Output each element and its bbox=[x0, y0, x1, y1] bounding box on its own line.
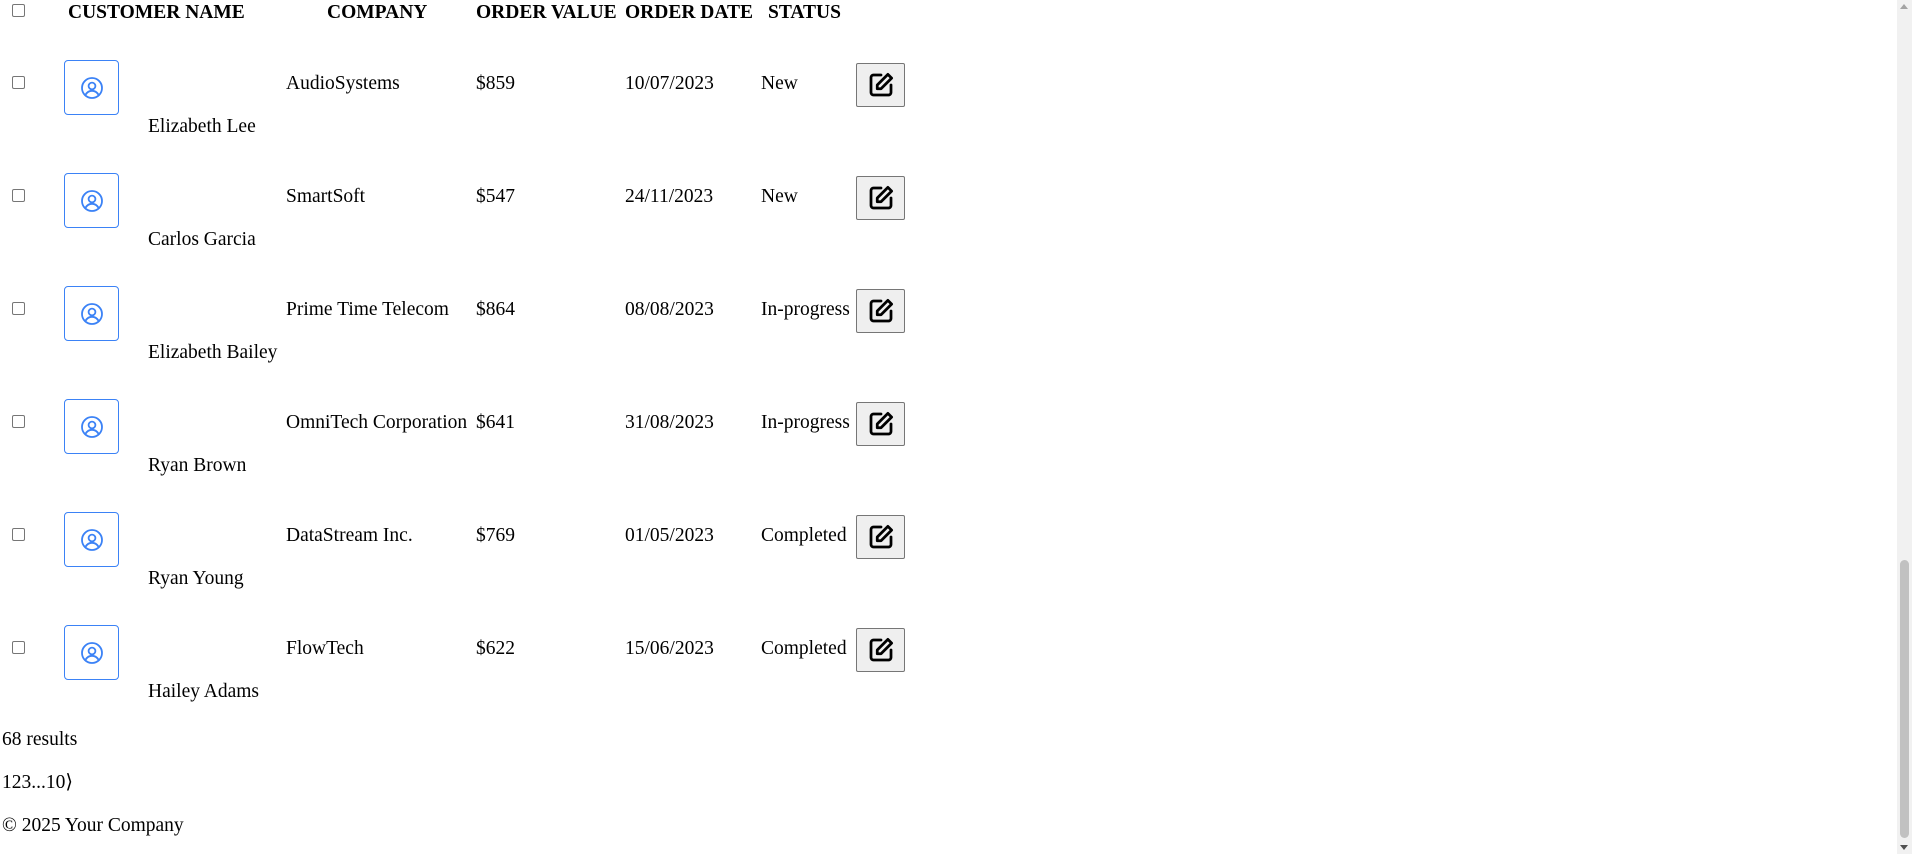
user-circle-icon bbox=[80, 641, 104, 665]
edit-button[interactable] bbox=[856, 628, 905, 672]
pagination[interactable]: 123...10⟩ bbox=[2, 772, 73, 794]
customer-name-cell: Ryan Young bbox=[148, 568, 244, 589]
customer-name-cell: Hailey Adams bbox=[148, 681, 260, 702]
avatar[interactable] bbox=[64, 399, 119, 454]
status-cell: New bbox=[761, 73, 798, 94]
header-customer-name[interactable]: CUSTOMER NAME bbox=[68, 2, 245, 24]
edit-button[interactable] bbox=[856, 63, 905, 107]
order-value-cell: $641 bbox=[476, 412, 515, 433]
avatar[interactable] bbox=[64, 286, 119, 341]
status-cell: In-progress bbox=[761, 299, 850, 320]
customer-name-cell: Elizabeth Lee bbox=[148, 116, 256, 137]
footer-copyright: © 2025 Your Company bbox=[2, 815, 184, 836]
status-cell: In-progress bbox=[761, 412, 850, 433]
order-value-cell: $769 bbox=[476, 525, 515, 546]
edit-icon bbox=[866, 635, 896, 665]
header-status[interactable]: STATUS bbox=[768, 2, 841, 24]
order-date-cell: 31/08/2023 bbox=[625, 412, 714, 433]
header-company[interactable]: COMPANY bbox=[327, 2, 427, 24]
edit-icon bbox=[866, 296, 896, 326]
scroll-thumb[interactable] bbox=[1900, 560, 1909, 838]
avatar[interactable] bbox=[64, 173, 119, 228]
row-checkbox[interactable] bbox=[12, 528, 25, 541]
page: CUSTOMER NAME COMPANY ORDER VALUE ORDER … bbox=[0, 0, 1912, 854]
scroll-up-arrow-icon[interactable] bbox=[1900, 4, 1908, 9]
status-cell: Completed bbox=[761, 525, 847, 546]
vertical-scrollbar[interactable] bbox=[1897, 0, 1912, 854]
row-checkbox[interactable] bbox=[12, 641, 25, 654]
user-circle-icon bbox=[80, 528, 104, 552]
edit-button[interactable] bbox=[856, 176, 905, 220]
user-circle-icon bbox=[80, 76, 104, 100]
order-date-cell: 10/07/2023 bbox=[625, 73, 714, 94]
order-value-cell: $622 bbox=[476, 638, 515, 659]
status-cell: Completed bbox=[761, 638, 847, 659]
order-value-cell: $859 bbox=[476, 73, 515, 94]
edit-button[interactable] bbox=[856, 515, 905, 559]
row-checkbox[interactable] bbox=[12, 76, 25, 89]
customer-name-cell: Elizabeth Bailey bbox=[148, 342, 278, 363]
avatar[interactable] bbox=[64, 60, 119, 115]
order-value-cell: $864 bbox=[476, 299, 515, 320]
company-cell: FlowTech bbox=[286, 638, 364, 659]
customer-name-cell: Carlos Garcia bbox=[148, 229, 256, 250]
user-circle-icon bbox=[80, 189, 104, 213]
company-cell: AudioSystems bbox=[286, 73, 400, 94]
row-checkbox[interactable] bbox=[12, 302, 25, 315]
company-cell: Prime Time Telecom bbox=[286, 299, 449, 320]
company-cell: DataStream Inc. bbox=[286, 525, 413, 546]
user-circle-icon bbox=[80, 302, 104, 326]
edit-button[interactable] bbox=[856, 289, 905, 333]
edit-icon bbox=[866, 70, 896, 100]
company-cell: OmniTech Corporation bbox=[286, 412, 468, 433]
avatar[interactable] bbox=[64, 625, 119, 680]
row-checkbox[interactable] bbox=[12, 415, 25, 428]
order-date-cell: 15/06/2023 bbox=[625, 638, 714, 659]
edit-icon bbox=[866, 409, 896, 439]
edit-icon bbox=[866, 183, 896, 213]
header-order-date[interactable]: ORDER DATE bbox=[625, 2, 753, 24]
row-checkbox[interactable] bbox=[12, 189, 25, 202]
avatar[interactable] bbox=[64, 512, 119, 567]
order-date-cell: 08/08/2023 bbox=[625, 299, 714, 320]
edit-icon bbox=[866, 522, 896, 552]
user-circle-icon bbox=[80, 415, 104, 439]
order-date-cell: 24/11/2023 bbox=[625, 186, 714, 207]
order-value-cell: $547 bbox=[476, 186, 515, 207]
header-order-value[interactable]: ORDER VALUE bbox=[476, 2, 617, 24]
status-cell: New bbox=[761, 186, 798, 207]
scroll-down-arrow-icon[interactable] bbox=[1900, 845, 1908, 850]
customer-name-cell: Ryan Brown bbox=[148, 455, 247, 476]
company-cell: SmartSoft bbox=[286, 186, 366, 207]
select-all-checkbox[interactable] bbox=[12, 4, 25, 17]
order-date-cell: 01/05/2023 bbox=[625, 525, 714, 546]
results-count: 68 results bbox=[2, 729, 78, 750]
edit-button[interactable] bbox=[856, 402, 905, 446]
